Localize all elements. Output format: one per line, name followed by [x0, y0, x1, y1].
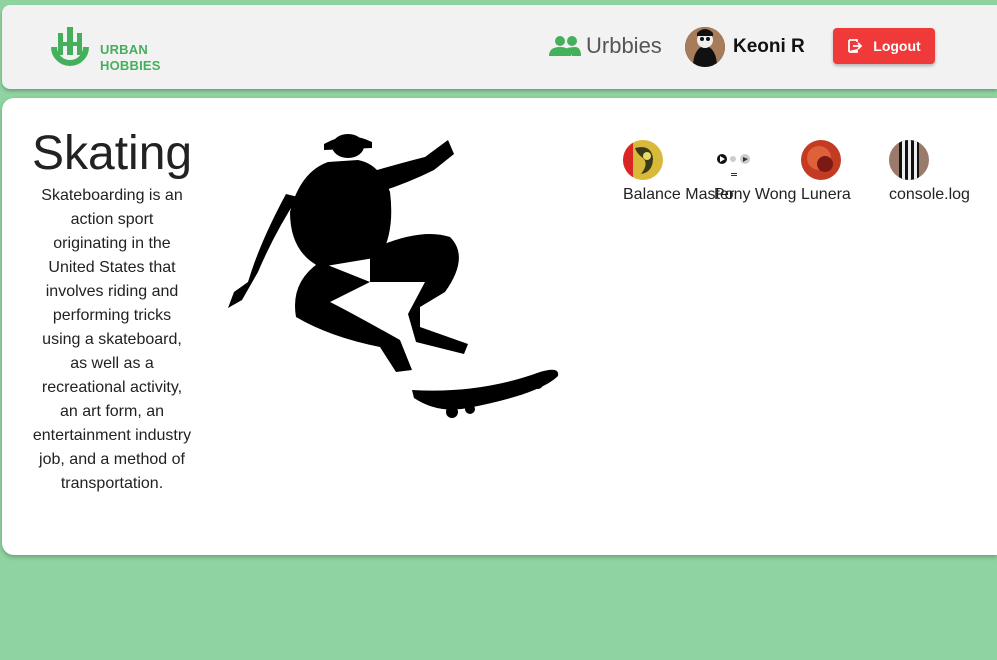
logo-text: URBAN HOBBIES [100, 42, 161, 74]
logo-icon [51, 27, 89, 66]
member-name: console.log [889, 186, 970, 203]
member-avatar[interactable] [714, 140, 754, 180]
urban-hobbies-logo[interactable]: URBAN HOBBIES [50, 25, 160, 75]
member-avatar-image [717, 154, 750, 176]
people-icon [549, 36, 581, 56]
user-name: Keoni R [733, 36, 805, 57]
members-list: Balance Master Pony Wong Lunera console.… [622, 140, 997, 220]
member-name: Lunera [801, 186, 851, 203]
logo-line-2: HOBBIES [100, 58, 161, 73]
member-avatar[interactable] [623, 140, 663, 180]
member-item[interactable]: Pony Wong [714, 140, 796, 204]
hobby-title: Skating [32, 127, 193, 180]
hobby-card: Skating Skateboarding is an action sport… [2, 98, 997, 555]
member-avatar[interactable] [889, 140, 929, 180]
top-navbar: URBAN HOBBIES Urbbies Keoni R Logout [2, 5, 997, 89]
user-avatar[interactable] [685, 27, 725, 67]
member-avatar-image [889, 140, 929, 180]
member-avatar-image [801, 140, 841, 180]
member-name: Pony Wong [714, 186, 797, 203]
skater-silhouette-image [228, 134, 559, 418]
member-item[interactable]: Lunera [801, 140, 851, 204]
member-item[interactable]: console.log [889, 140, 970, 204]
logout-icon [848, 39, 863, 53]
nav-urbbies-label: Urbbies [586, 33, 662, 58]
nav-urbbies-link[interactable]: Urbbies [548, 33, 662, 59]
logo-line-1: URBAN [100, 42, 148, 57]
member-avatar[interactable] [801, 140, 841, 180]
member-avatar-image [623, 140, 663, 180]
user-profile[interactable]: Keoni R [685, 27, 805, 67]
hobby-description: Skateboarding is an action sport origina… [32, 187, 192, 492]
logout-label: Logout [873, 38, 921, 54]
logout-button[interactable]: Logout [833, 28, 935, 64]
user-avatar-image [685, 27, 725, 67]
